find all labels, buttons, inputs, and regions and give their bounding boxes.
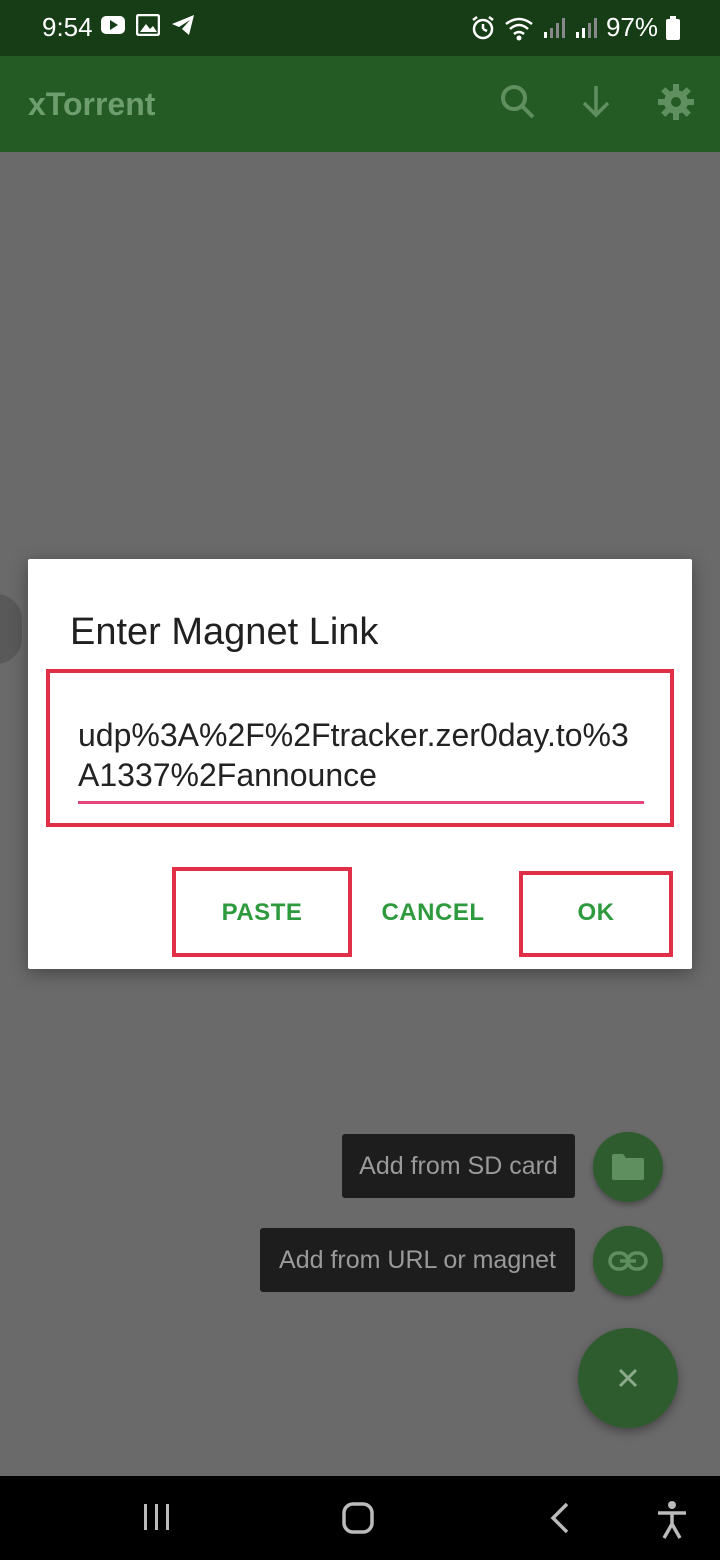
add-from-url-button[interactable]	[593, 1226, 663, 1296]
folder-icon	[612, 1154, 644, 1180]
close-fab-button[interactable]	[578, 1328, 678, 1428]
status-left-icons	[100, 14, 196, 36]
signal-icon	[543, 17, 565, 38]
accessibility-icon	[658, 1501, 686, 1539]
magnet-link-dialog: Enter Magnet Link udp%3A%2F%2Ftracker.ze…	[28, 559, 692, 969]
dialog-title: Enter Magnet Link	[70, 611, 379, 653]
status-right: 97%	[470, 12, 680, 43]
close-icon	[618, 1368, 638, 1388]
app-title: xTorrent	[28, 86, 156, 122]
search-icon[interactable]	[500, 82, 536, 122]
magnet-input-highlight: udp%3A%2F%2Ftracker.zer0day.to%3A1337%2F…	[46, 669, 674, 827]
home-icon	[342, 1502, 374, 1534]
download-icon[interactable]	[578, 82, 614, 122]
input-underline	[78, 801, 644, 804]
alarm-icon	[472, 15, 494, 39]
status-bar: 9:54 97%	[0, 0, 720, 56]
ok-button[interactable]: OK	[519, 899, 673, 927]
battery-icon	[666, 15, 680, 40]
appbar-actions	[500, 82, 696, 122]
signal-icon-2	[575, 17, 597, 38]
telegram-icon	[172, 15, 194, 35]
cancel-button[interactable]: CANCEL	[368, 899, 498, 927]
edge-panel-handle[interactable]	[0, 594, 22, 664]
image-icon	[136, 14, 160, 36]
back-button[interactable]	[545, 1500, 575, 1536]
status-time: 9:54	[42, 12, 93, 42]
youtube-icon	[101, 16, 125, 34]
navigation-bar	[0, 1476, 720, 1560]
recents-button[interactable]	[140, 1500, 174, 1534]
home-button[interactable]	[340, 1500, 376, 1536]
accessibility-button[interactable]	[654, 1500, 690, 1540]
wifi-icon	[505, 17, 533, 40]
add-from-sd-button[interactable]	[593, 1132, 663, 1202]
back-icon	[550, 1502, 569, 1534]
add-from-sd-label[interactable]: Add from SD card	[342, 1134, 575, 1198]
battery-percent: 97%	[605, 12, 658, 42]
paste-button[interactable]: PASTE	[172, 899, 352, 927]
magnet-link-input[interactable]: udp%3A%2F%2Ftracker.zer0day.to%3A1337%2F…	[78, 715, 644, 795]
gear-icon[interactable]	[656, 82, 696, 122]
app-bar: xTorrent	[0, 56, 720, 152]
recents-icon	[144, 1504, 169, 1530]
link-icon	[608, 1251, 648, 1271]
add-from-url-label[interactable]: Add from URL or magnet	[260, 1228, 575, 1292]
